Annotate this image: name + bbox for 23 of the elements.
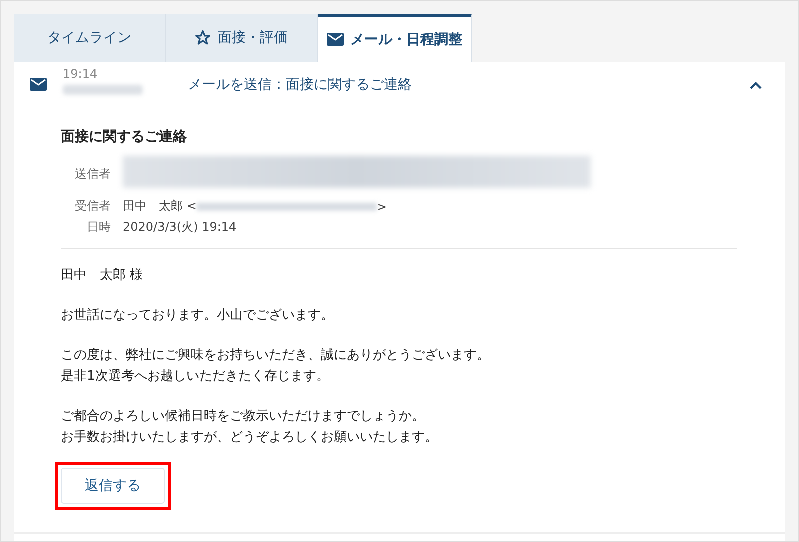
address-bracket: > — [376, 200, 387, 214]
star-icon — [195, 30, 211, 46]
message-line: ご都合のよろしい候補日時をご教示いただけますでしょうか。 — [61, 408, 425, 426]
field-label: 受信者 — [74, 198, 111, 215]
mail-icon — [30, 78, 47, 90]
field-value: 2020/3/3(火) 19:14 — [123, 219, 238, 236]
message-line: お世話になっております。小山でございます。 — [61, 307, 334, 325]
field-label: 日時 — [86, 219, 111, 236]
mail-subject: 面接に関するご連絡 — [61, 128, 188, 146]
entry-summary[interactable]: メールを送信：面接に関するご連絡 — [188, 76, 749, 94]
message-line: この度は、弊社にご興味をお持ちいただき、誠にありがとうございます。 — [61, 347, 490, 365]
tab[interactable]: タイムライン — [14, 14, 166, 62]
message-line: お手数お掛けいたしますが、どうぞよろしくお願いいたします。 — [61, 429, 438, 447]
reply-button[interactable]: 返信する — [61, 468, 165, 504]
message-line: 是非1次選考へお越しいただきたく存じます。 — [61, 368, 330, 386]
mail-icon — [326, 33, 344, 46]
tab[interactable]: メール・日程調整 — [318, 14, 472, 62]
field-label: 送信者 — [74, 166, 111, 182]
tab[interactable]: 面接・評価 — [166, 14, 318, 62]
entry-time: 19:14 — [63, 67, 99, 81]
message-line: 田中 太郎 様 — [61, 267, 144, 285]
recipient-name: 田中 太郎 < — [123, 198, 197, 215]
collapse-chevron-icon[interactable] — [749, 80, 763, 90]
